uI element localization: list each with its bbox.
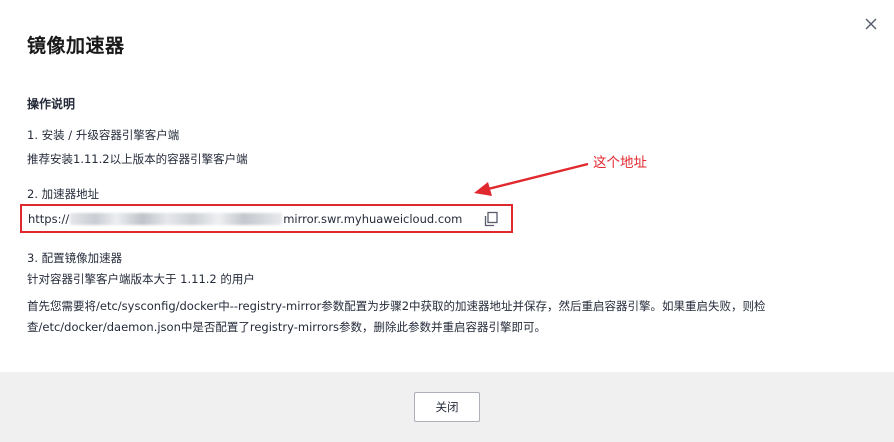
accelerator-address: https:// mirror.swr.myhuaweicloud.com	[28, 212, 462, 226]
step1-title: 1. 安装 / 升级容器引擎客户端	[27, 128, 180, 142]
step3-description: 针对容器引擎客户端版本大于 1.11.2 的用户	[27, 272, 255, 286]
mirror-accelerator-dialog: 镜像加速器 操作说明 1. 安装 / 升级容器引擎客户端 推荐安装1.11.2以…	[0, 0, 894, 442]
url-suffix: mirror.swr.myhuaweicloud.com	[283, 212, 463, 226]
step2-title: 2. 加速器地址	[27, 187, 100, 201]
instructions-heading: 操作说明	[27, 97, 76, 111]
dialog-title: 镜像加速器	[27, 35, 125, 57]
copy-icon[interactable]	[483, 211, 499, 227]
accelerator-address-box: https:// mirror.swr.myhuaweicloud.com	[20, 204, 513, 233]
redacted-url-segment	[70, 213, 283, 225]
url-prefix: https://	[28, 212, 70, 226]
step3-detail: 首先您需要将/etc/sysconfig/docker中--registry-m…	[27, 299, 766, 334]
close-icon[interactable]	[862, 15, 880, 33]
step1-description: 推荐安装1.11.2以上版本的容器引擎客户端	[27, 152, 248, 166]
annotation-label: 这个地址	[593, 155, 647, 171]
dialog-footer: 关闭	[0, 372, 894, 442]
annotation-arrow	[474, 162, 589, 196]
step3-title: 3. 配置镜像加速器	[27, 251, 123, 265]
close-button[interactable]: 关闭	[414, 392, 480, 422]
